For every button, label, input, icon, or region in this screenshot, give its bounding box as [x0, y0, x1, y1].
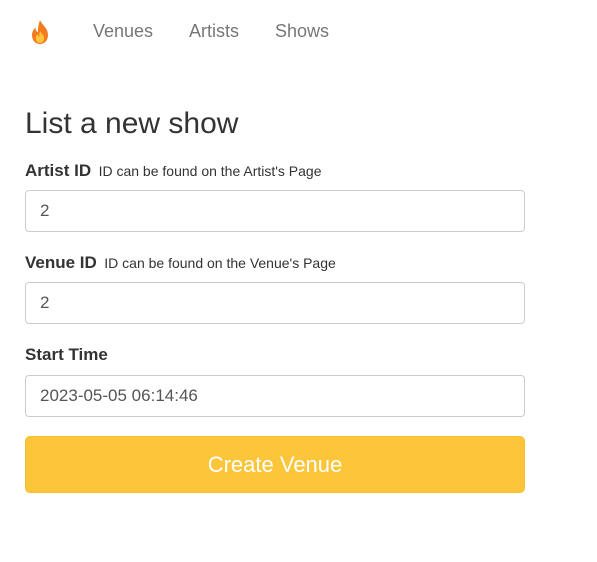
nav-link-artists[interactable]: Artists	[189, 21, 239, 41]
nav-link-venues[interactable]: Venues	[93, 21, 153, 41]
start-time-label-text: Start Time	[25, 345, 108, 364]
nav-link-shows[interactable]: Shows	[275, 21, 329, 41]
artist-id-hint: ID can be found on the Artist's Page	[98, 163, 322, 179]
artist-id-input[interactable]	[25, 190, 525, 232]
top-navbar: Venues Artists Shows	[0, 0, 597, 62]
venue-id-input[interactable]	[25, 282, 525, 324]
venue-id-hint: ID can be found on the Venue's Page	[104, 255, 336, 271]
venue-id-label: Venue ID ID can be found on the Venue's …	[25, 253, 336, 274]
create-venue-button[interactable]: Create Venue	[25, 436, 525, 493]
page-title: List a new show	[25, 107, 239, 140]
venue-id-label-text: Venue ID	[25, 253, 97, 272]
artist-id-label: Artist ID ID can be found on the Artist'…	[25, 161, 322, 182]
artist-id-label-text: Artist ID	[25, 161, 92, 180]
start-time-input[interactable]	[25, 375, 525, 417]
fire-icon[interactable]	[29, 19, 51, 45]
start-time-label: Start Time	[25, 345, 108, 366]
